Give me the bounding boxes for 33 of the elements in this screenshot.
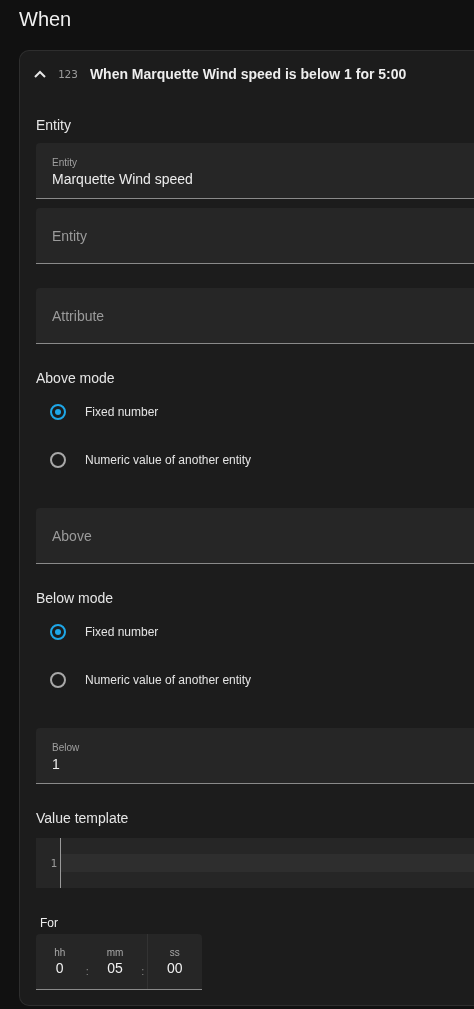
option-label[interactable]: Fixed number	[85, 405, 159, 419]
unit-value[interactable]: 0	[55, 960, 64, 976]
input-field[interactable]: Attribute	[36, 288, 474, 344]
input-field[interactable]: Entity	[36, 208, 474, 264]
option-label[interactable]: Numeric value of another entity	[85, 673, 252, 687]
section-title: When	[19, 7, 73, 32]
section-label: Below mode	[36, 589, 115, 608]
radio-button[interactable]	[50, 672, 66, 688]
numeric-icon: 123	[58, 67, 78, 81]
option-label[interactable]: Numeric value of another entity	[85, 453, 252, 467]
unit-label: ss	[169, 947, 180, 958]
trigger-summary: When Marquette Wind speed is below 1 for 5:00	[89, 66, 407, 82]
unit-value[interactable]: 05	[107, 960, 123, 976]
radio-button[interactable]	[50, 624, 66, 640]
input-field[interactable]: Below 1	[36, 728, 474, 784]
duration-label: For	[40, 916, 59, 932]
section-label: Value template	[36, 809, 130, 828]
section-label: Entity	[36, 116, 72, 135]
collapse-chevron-icon[interactable]	[34, 70, 46, 78]
unit-label: mm	[106, 947, 124, 958]
code-editor[interactable]: 1	[36, 838, 474, 888]
option-label[interactable]: Fixed number	[85, 625, 159, 639]
radio-button[interactable]	[50, 404, 66, 420]
input-field[interactable]: Above	[36, 508, 474, 564]
input-field[interactable]: Entity Marquette Wind speed	[36, 143, 474, 199]
unit-label: hh	[54, 947, 66, 958]
section-label: Above mode	[36, 369, 116, 388]
time-separator: :	[140, 964, 146, 977]
time-separator: :	[84, 964, 90, 977]
line-number: 1	[50, 856, 57, 870]
duration-input[interactable]: hh 0 : mm 05 : ss 00	[36, 934, 202, 990]
unit-value[interactable]: 00	[167, 960, 183, 976]
radio-button[interactable]	[50, 452, 66, 468]
